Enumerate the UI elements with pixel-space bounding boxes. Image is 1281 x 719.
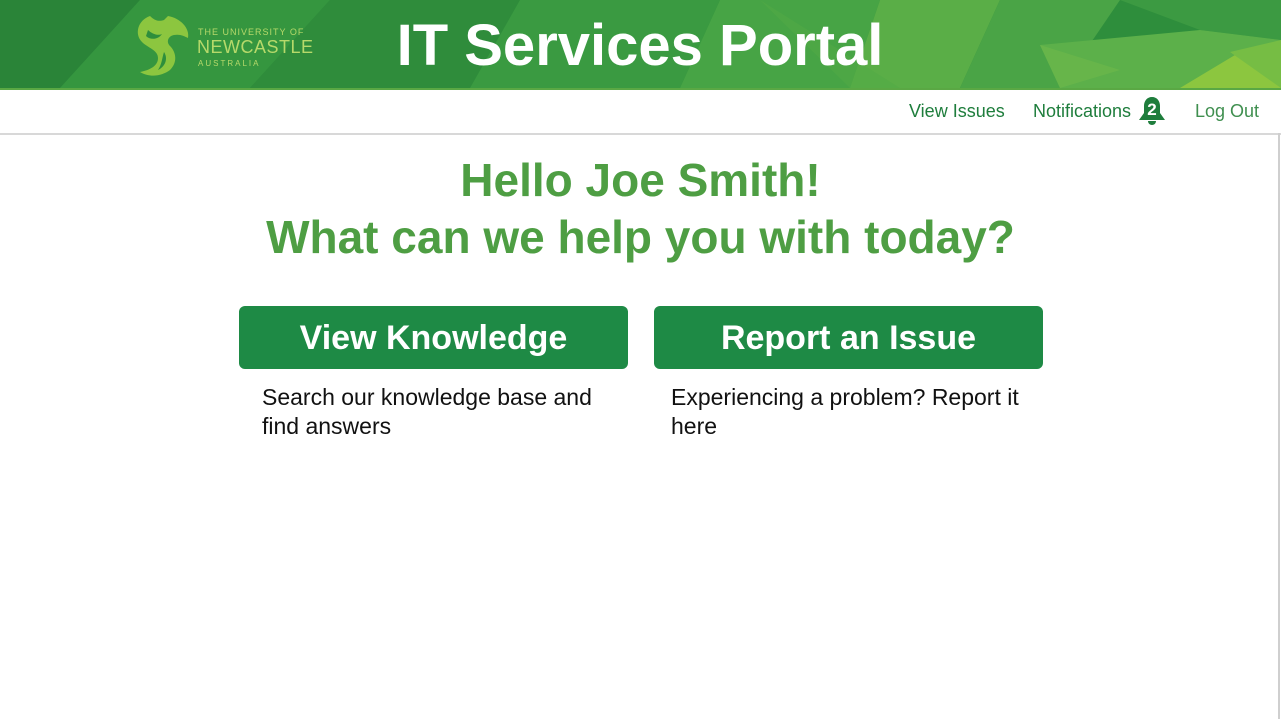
view-knowledge-description: Search our knowledge base and find answe… [262,384,592,439]
welcome-greeting: Hello Joe Smith! What can we help you wi… [0,152,1281,266]
log-out-link[interactable]: Log Out [1195,100,1259,122]
notifications-link[interactable]: Notifications [1033,100,1131,122]
report-issue-description: Experiencing a problem? Report it here [671,384,1019,439]
view-issues-link[interactable]: View Issues [909,100,1005,122]
seahorse-icon [137,16,189,76]
notification-count-badge: 2 [1147,100,1157,119]
logo-line-2: NEWCASTLE [197,37,314,57]
report-issue-button[interactable]: Report an Issue [654,306,1043,369]
top-nav: View Issues Notifications Log Out [0,90,1281,135]
view-knowledge-button[interactable]: View Knowledge [239,306,628,369]
greeting-line-2: What can we help you with today? [266,211,1015,263]
logo-line-3: AUSTRALIA [198,59,261,68]
header-banner: THE UNIVERSITY OF NEWCASTLE AUSTRALIA IT… [0,0,1281,88]
portal-title: IT Services Portal [396,13,884,78]
greeting-line-1: Hello Joe Smith! [460,154,821,206]
university-logo[interactable]: THE UNIVERSITY OF NEWCASTLE AUSTRALIA [128,12,313,78]
logo-line-1: THE UNIVERSITY OF [198,27,305,37]
notifications-bell[interactable]: 2 [1136,95,1168,125]
